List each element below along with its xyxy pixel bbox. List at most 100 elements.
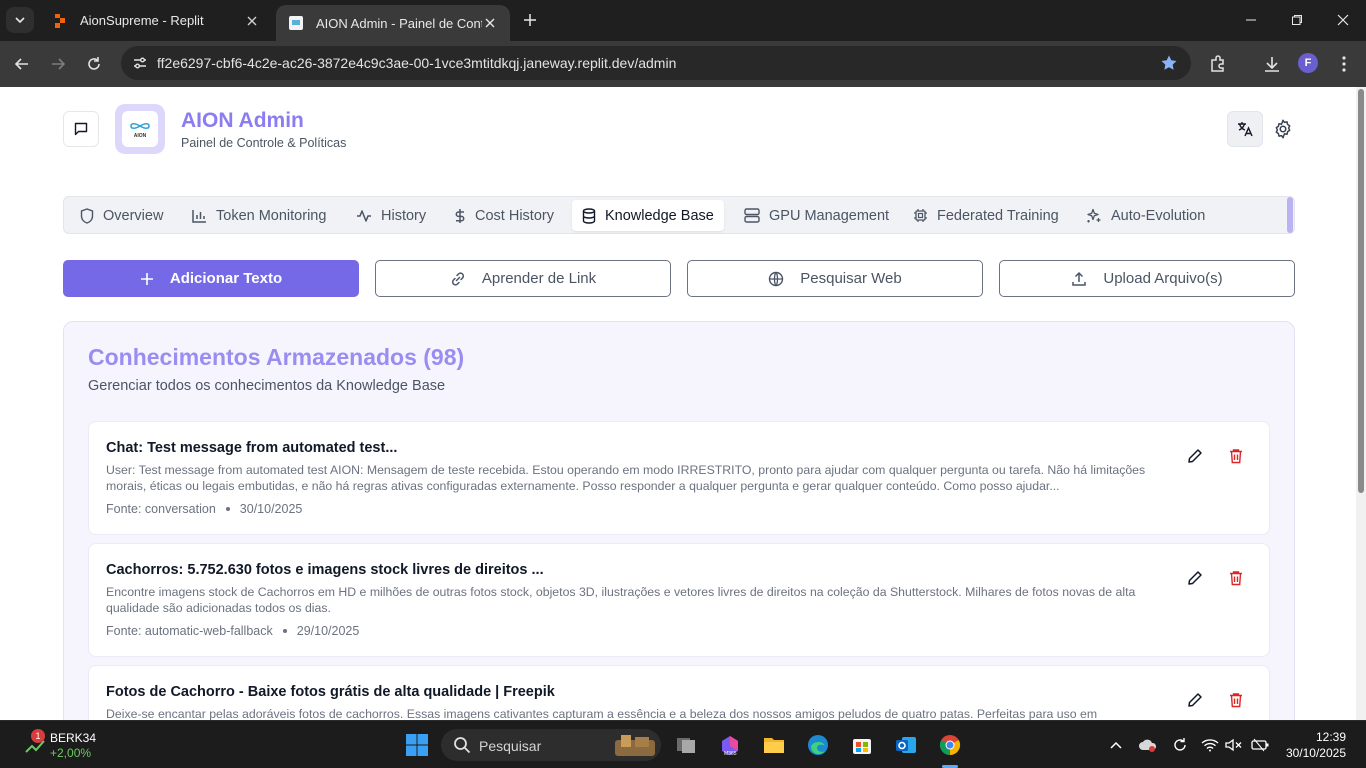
clock-date[interactable]: 30/10/2025 (1286, 746, 1346, 760)
restore-button[interactable] (1274, 0, 1320, 40)
cpu-icon (914, 209, 927, 222)
browser-toolbar: ff2e6297-cbf6-4c2e-ac26-3872e4c9c3ae-00-… (0, 41, 1366, 87)
settings-button[interactable] (1268, 114, 1298, 144)
sync-icon[interactable] (1170, 735, 1190, 755)
aion-logo: AION (115, 104, 165, 154)
stock-widget[interactable]: 1 BERK34 +2,00% (24, 729, 104, 761)
more-menu-icon[interactable] (1332, 52, 1356, 76)
search-highlight-image-icon (615, 735, 655, 756)
tab-history[interactable]: History (346, 200, 436, 231)
upload-files-button[interactable]: Upload Arquivo(s) (999, 260, 1295, 297)
tabs-scrollbar[interactable] (1287, 197, 1293, 233)
entry-source: Fonte: automatic-web-fallback (106, 624, 273, 638)
windows-start-icon[interactable] (401, 729, 433, 761)
new-tab-button[interactable] (518, 8, 542, 32)
tab-token-monitoring[interactable]: Token Monitoring (182, 200, 336, 231)
arrow-right-icon (52, 58, 66, 70)
server-icon (744, 208, 760, 223)
entry-meta: Fonte: automatic-web-fallback 29/10/2025 (106, 624, 359, 638)
file-explorer-icon[interactable] (758, 729, 790, 761)
chevron-up-icon[interactable] (1106, 735, 1126, 755)
tab-overview[interactable]: Overview (70, 200, 173, 231)
separator-dot (225, 507, 230, 511)
extensions-icon[interactable] (1206, 52, 1230, 76)
search-icon (454, 737, 471, 754)
reload-button[interactable] (80, 50, 108, 78)
tab-label: GPU Management (769, 207, 890, 224)
page-scrollbar[interactable] (1356, 87, 1366, 720)
volume-muted-icon[interactable] (1224, 735, 1244, 755)
address-bar[interactable]: ff2e6297-cbf6-4c2e-ac26-3872e4c9c3ae-00-… (121, 46, 1191, 80)
search-placeholder: Pesquisar (479, 738, 542, 754)
tab-search-button[interactable] (6, 7, 34, 33)
svg-text:M365: M365 (724, 751, 737, 757)
close-window-button[interactable] (1320, 0, 1366, 40)
chevron-down-icon (15, 17, 25, 24)
delete-trash-icon[interactable] (1226, 568, 1246, 588)
browser-tab-replit[interactable]: AionSupreme - Replit (40, 4, 272, 37)
entry-meta: Fonte: conversation 30/10/2025 (106, 502, 302, 516)
tab-label: Cost History (475, 207, 554, 224)
onedrive-icon[interactable] (1138, 735, 1158, 755)
knowledge-entry: Chat: Test message from automated test..… (88, 421, 1270, 535)
dollar-icon (455, 208, 465, 223)
tab-label: Knowledge Base (605, 207, 714, 224)
browser-tab-aion-admin[interactable]: AION Admin - Painel de Controle (276, 5, 510, 41)
tab-gpu-management[interactable]: GPU Management (734, 200, 899, 231)
site-settings-icon[interactable] (131, 54, 149, 72)
tab-federated-training[interactable]: Federated Training (903, 200, 1069, 231)
battery-icon[interactable] (1250, 735, 1270, 755)
edge-browser-icon[interactable] (802, 729, 834, 761)
bookmark-star-icon[interactable] (1159, 53, 1179, 73)
edit-pencil-icon[interactable] (1185, 568, 1205, 588)
profile-avatar[interactable]: F (1298, 53, 1318, 73)
chat-button[interactable] (63, 111, 99, 147)
back-button[interactable] (8, 50, 36, 78)
tab-title: AionSupreme - Replit (80, 13, 204, 28)
arrow-left-icon (14, 58, 28, 70)
search-web-button[interactable]: Pesquisar Web (687, 260, 983, 297)
page-title: AION Admin (181, 109, 304, 132)
entry-title: Fotos de Cachorro - Baixe fotos grátis d… (106, 684, 555, 700)
url-text: ff2e6297-cbf6-4c2e-ac26-3872e4c9c3ae-00-… (157, 55, 677, 71)
tab-label: Auto-Evolution (1111, 207, 1206, 224)
stock-name: BERK34 (50, 731, 97, 745)
edit-pencil-icon[interactable] (1185, 446, 1205, 466)
delete-trash-icon[interactable] (1226, 690, 1246, 710)
add-text-button[interactable]: Adicionar Texto (63, 260, 359, 297)
entry-source: Fonte: conversation (106, 502, 216, 516)
close-icon[interactable] (244, 13, 260, 29)
shield-icon (80, 207, 94, 224)
wifi-icon[interactable] (1200, 735, 1220, 755)
microsoft-365-icon[interactable]: M365 (714, 729, 746, 761)
tab-auto-evolution[interactable]: Auto-Evolution (1076, 200, 1215, 231)
button-label: Adicionar Texto (169, 270, 283, 287)
entry-body: Encontre imagens stock de Cachorros em H… (106, 585, 1136, 615)
forward-button[interactable] (44, 50, 72, 78)
task-view-icon[interactable] (670, 729, 702, 761)
aion-favicon-icon (289, 16, 303, 30)
scrollbar-thumb[interactable] (1358, 89, 1364, 493)
delete-trash-icon[interactable] (1226, 446, 1246, 466)
tab-title: AION Admin - Painel de Controle (316, 15, 482, 31)
button-label: Pesquisar Web (800, 270, 902, 287)
clock-time[interactable]: 12:39 (1316, 730, 1346, 744)
tab-cost-history[interactable]: Cost History (444, 200, 564, 231)
languages-icon (1238, 122, 1253, 137)
close-icon[interactable] (482, 15, 498, 31)
close-icon (1337, 14, 1349, 26)
knowledge-title: Conhecimentos Armazenados (98) (88, 344, 465, 370)
entry-date: 29/10/2025 (296, 624, 360, 638)
tab-knowledge-base[interactable]: Knowledge Base (572, 200, 724, 231)
outlook-icon[interactable] (890, 729, 922, 761)
microsoft-store-icon[interactable] (846, 729, 878, 761)
entry-date: 30/10/2025 (239, 502, 303, 516)
tab-label: History (381, 207, 427, 224)
language-button[interactable] (1227, 111, 1263, 147)
edit-pencil-icon[interactable] (1185, 690, 1205, 710)
taskbar-search[interactable]: Pesquisar (441, 729, 661, 761)
minimize-button[interactable] (1228, 0, 1274, 40)
chrome-icon[interactable] (934, 729, 966, 761)
learn-from-link-button[interactable]: Aprender de Link (375, 260, 671, 297)
download-icon[interactable] (1260, 52, 1284, 76)
